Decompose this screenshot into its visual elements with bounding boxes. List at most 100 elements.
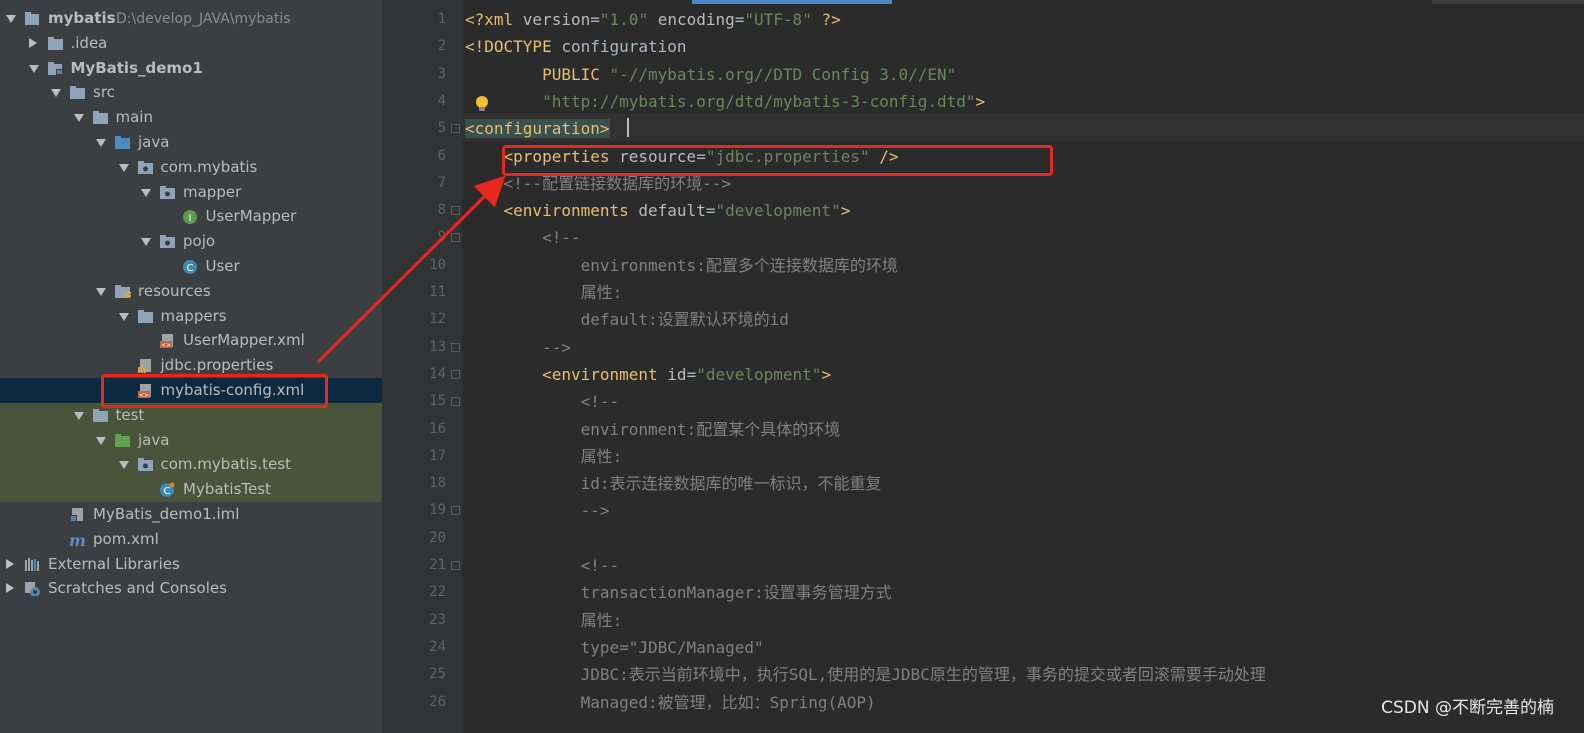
code-token: transactionManager:设置事务管理方式 [580, 583, 892, 602]
tree-item-label: pojo [183, 232, 216, 250]
tree-item[interactable]: <> UserMapper.xml [0, 328, 382, 353]
expand-arrow-icon[interactable] [51, 89, 61, 97]
tree-item[interactable]: src [0, 80, 382, 105]
fold-marker-icon[interactable] [451, 397, 460, 406]
code-token: 属性: [580, 611, 623, 630]
tree-item[interactable]: I UserMapper [0, 204, 382, 229]
project-tree-panel: mybatis D:\develop_JAVA\mybatis .idea MyBat… [0, 0, 382, 733]
code-token: --> [580, 501, 610, 520]
code-line[interactable]: 属性: [465, 443, 623, 470]
expand-arrow-icon[interactable] [96, 139, 106, 147]
code-editor[interactable]: 1 2 3 4 5 6 7 8 9 10 11 12 13 14 15 16 17 18 19 20 21 22 23 24 2… [382, 0, 1584, 733]
intention-bulb-icon[interactable] [475, 95, 489, 113]
code-token: > [840, 201, 851, 220]
expand-arrow-icon[interactable] [28, 65, 39, 73]
code-line[interactable]: "http://mybatis.org/dtd/mybatis-3-config… [465, 88, 985, 115]
code-token: = [734, 10, 745, 29]
collapse-arrow-icon[interactable] [28, 38, 37, 48]
tree-item[interactable]: java [0, 428, 382, 453]
code-line[interactable]: <!-- [465, 224, 581, 251]
line-number: 3 [437, 66, 446, 82]
code-line[interactable]: <environment id="development"> [465, 361, 831, 388]
tree-item[interactable]: MyBatis_demo1 [0, 56, 382, 81]
expand-arrow-icon[interactable] [73, 412, 84, 420]
tree-item-label: pom.xml [93, 530, 159, 548]
annotation-box-config-file [101, 374, 328, 408]
expand-arrow-icon[interactable] [96, 437, 106, 445]
expand-arrow-icon[interactable] [118, 164, 129, 172]
code-line[interactable]: type="JDBC/Managed" [465, 634, 764, 661]
expand-arrow-icon[interactable] [96, 288, 106, 296]
code-token: <!-- [580, 392, 620, 411]
code-token: JDBC:表示当前环境中，执行SQL,使用的是JDBC原生的管理，事务的提交或者… [580, 665, 1266, 684]
line-number: 18 [429, 475, 446, 491]
tree-item[interactable]: com.mybatis [0, 155, 382, 180]
code-line[interactable]: <!-- [465, 388, 620, 415]
fold-marker-icon[interactable] [451, 506, 460, 515]
tree-item[interactable]: Scratches and Consoles [0, 576, 382, 601]
expand-arrow-icon[interactable] [141, 238, 151, 246]
code-line[interactable]: 属性: [465, 607, 623, 634]
test-source-root-icon [115, 434, 130, 447]
tree-item-label: com.mybatis [160, 158, 258, 176]
line-number: 15 [429, 393, 446, 409]
expand-arrow-icon[interactable] [73, 114, 84, 122]
tree-item[interactable]: External Libraries [0, 552, 382, 577]
fold-marker-icon[interactable] [451, 206, 460, 215]
collapse-arrow-icon[interactable] [6, 583, 14, 593]
expand-arrow-icon[interactable] [6, 15, 16, 23]
expand-arrow-icon[interactable] [118, 461, 129, 469]
line-number: 4 [437, 93, 446, 109]
line-number: 20 [429, 530, 446, 546]
tree-item-label: User [205, 257, 240, 275]
tree-item[interactable]: C MybatisTest [0, 477, 382, 502]
tree-item[interactable]: mapper [0, 180, 382, 205]
tree-item[interactable]: m pom.xml [0, 527, 382, 552]
tree-item[interactable]: com.mybatis.test [0, 452, 382, 477]
code-line[interactable]: <?xml version="1.0" encoding="UTF-8" ?> [465, 6, 841, 33]
code-line[interactable]: transactionManager:设置事务管理方式 [465, 579, 892, 606]
code-line[interactable]: --> [465, 334, 571, 361]
tree-item[interactable]: main [0, 105, 382, 130]
tree-item[interactable]: java [0, 130, 382, 155]
code-line[interactable]: id:表示连接数据库的唯一标识，不能重复 [465, 470, 882, 497]
code-line[interactable]: <!DOCTYPE configuration [465, 33, 687, 60]
expand-arrow-icon[interactable] [141, 189, 151, 197]
fold-marker-icon[interactable] [451, 561, 460, 570]
collapse-arrow-icon[interactable] [6, 559, 14, 569]
code-line[interactable]: environments:配置多个连接数据库的环境 [465, 252, 898, 279]
tree-item[interactable]: MyBatis_demo1.iml [0, 502, 382, 527]
expand-arrow-icon[interactable] [118, 313, 129, 321]
tree-item[interactable]: resources [0, 279, 382, 304]
code-token: environments:配置多个连接数据库的环境 [580, 256, 898, 275]
line-number: 23 [429, 612, 446, 628]
code-line[interactable]: --> [465, 497, 610, 524]
fold-marker-icon[interactable] [451, 370, 460, 379]
code-line[interactable]: JDBC:表示当前环境中，执行SQL,使用的是JDBC原生的管理，事务的提交或者… [465, 661, 1266, 688]
tree-item[interactable]: .idea [0, 31, 382, 56]
line-number: 25 [429, 666, 446, 682]
fold-marker-icon[interactable] [451, 124, 460, 133]
code-token: "-//mybatis.org//DTD Config 3.0//EN" [609, 65, 957, 84]
code-line[interactable]: Managed:被管理，比如：Spring(AOP) [465, 689, 876, 716]
fold-marker-icon[interactable] [451, 233, 460, 242]
code-line[interactable]: <!-- [465, 552, 620, 579]
tree-item[interactable]: mappers [0, 304, 382, 329]
fold-marker-icon[interactable] [451, 343, 460, 352]
code-token: "development" [696, 365, 822, 384]
code-token: version [522, 10, 591, 29]
code-line[interactable]: environment:配置某个具体的环境 [465, 416, 841, 443]
code-line[interactable]: <configuration> [465, 115, 610, 142]
line-number: 24 [429, 639, 446, 655]
line-number: 2 [437, 38, 446, 54]
tree-item-label: java [138, 133, 170, 151]
code-line[interactable]: PUBLIC "-//mybatis.org//DTD Config 3.0//… [465, 61, 956, 88]
tree-item[interactable]: C User [0, 254, 382, 279]
tree-item[interactable]: pojo [0, 229, 382, 254]
code-line[interactable]: <environments default="development"> [465, 197, 851, 224]
code-line[interactable]: default:设置默认环境的id [465, 306, 789, 333]
tree-item[interactable]: mybatis D:\develop_JAVA\mybatis [0, 6, 382, 31]
code-line[interactable]: 属性: [465, 279, 623, 306]
